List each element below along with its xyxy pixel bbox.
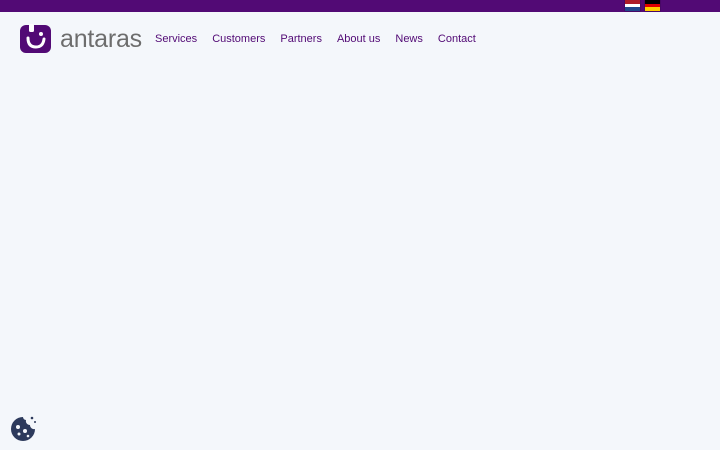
nav-item-contact[interactable]: Contact [438, 33, 476, 45]
brand-name: antaras [60, 25, 142, 53]
nav-item-services[interactable]: Services [155, 33, 197, 45]
nav-item-partners[interactable]: Partners [280, 33, 322, 45]
nav-item-news[interactable]: News [395, 33, 423, 45]
brand-logo[interactable]: antaras [19, 24, 142, 54]
top-bar [0, 0, 720, 12]
main-nav: Services Customers Partners About us New… [155, 32, 476, 46]
cookie-settings-button[interactable] [8, 414, 38, 444]
cookie-icon [11, 416, 36, 441]
language-nl-flag-icon[interactable] [625, 0, 640, 12]
smile-square-icon [20, 24, 51, 53]
nav-item-about-us[interactable]: About us [337, 33, 380, 45]
language-de-flag-icon[interactable] [645, 0, 660, 12]
nav-item-customers[interactable]: Customers [212, 33, 265, 45]
